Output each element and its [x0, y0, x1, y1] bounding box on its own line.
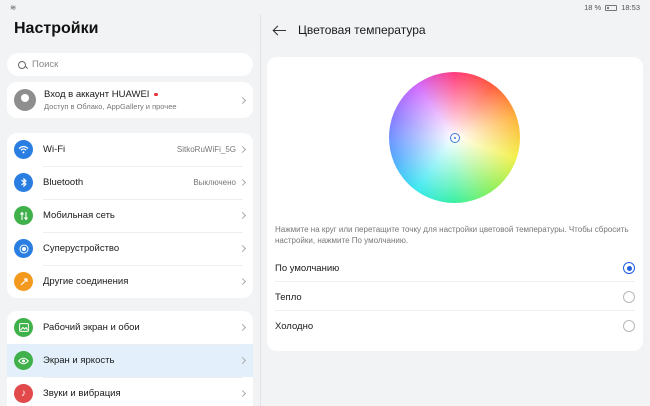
display-card: Рабочий экран и обои Экран и яркость ♪ З…: [7, 311, 253, 406]
option-label: Тепло: [275, 291, 302, 303]
sidebar-item-other-connections[interactable]: Другие соединения: [7, 265, 253, 298]
search-input[interactable]: Поиск: [7, 53, 253, 76]
page-title: Настройки: [14, 20, 99, 37]
battery-icon: [605, 4, 618, 11]
bluetooth-status: Выключено: [193, 178, 236, 187]
sidebar-item-display-brightness[interactable]: Экран и яркость: [7, 344, 253, 377]
link-icon: [14, 272, 33, 291]
sidebar-item-label: Рабочий экран и обои: [43, 322, 140, 333]
sidebar-item-label: Мобильная сеть: [43, 210, 115, 221]
clock: 18:53: [621, 3, 640, 12]
wifi-network-name: SitkoRuWiFi_5G: [176, 145, 236, 154]
sidebar-item-label: Другие соединения: [43, 276, 129, 287]
chevron-right-icon: [238, 178, 247, 187]
sidebar-item-label: Суперустройство: [43, 243, 120, 254]
option-cold[interactable]: Холодно: [267, 312, 643, 340]
search-placeholder: Поиск: [32, 59, 59, 70]
chevron-right-icon: [238, 356, 247, 365]
notification-dot: [154, 92, 158, 97]
search-icon: [18, 60, 26, 69]
chevron-right-icon: [238, 211, 247, 220]
huawei-account-row[interactable]: Вход в аккаунт HUAWEI Доступ в Облако, A…: [7, 82, 253, 118]
option-default[interactable]: По умолчанию: [267, 254, 643, 282]
bluetooth-icon: [14, 173, 33, 192]
pane-divider: [260, 14, 261, 406]
color-wheel-description: Нажмите на круг или перетащите точку для…: [275, 225, 629, 245]
radio-unselected[interactable]: [623, 320, 635, 332]
sidebar-item-wifi[interactable]: Wi-Fi SitkoRuWiFi_5G: [7, 133, 253, 166]
radio-selected[interactable]: [623, 262, 635, 274]
eye-icon: [14, 351, 33, 370]
status-bar: ≋ 18 % 18:53: [0, 0, 650, 14]
wifi-status-icon: ≋: [10, 3, 17, 12]
sidebar-item-super-device[interactable]: Суперустройство: [7, 232, 253, 265]
network-card: Wi-Fi SitkoRuWiFi_5G Bluetooth Выключено…: [7, 133, 253, 298]
sidebar-item-label: Звуки и вибрация: [43, 388, 121, 399]
option-warm[interactable]: Тепло: [267, 283, 643, 311]
sidebar-item-sounds[interactable]: ♪ Звуки и вибрация: [7, 377, 253, 406]
color-picker-handle[interactable]: [450, 133, 460, 143]
chevron-right-icon: [238, 145, 247, 154]
option-label: По умолчанию: [275, 262, 340, 274]
sidebar-item-label: Wi-Fi: [43, 144, 66, 155]
sidebar-item-label: Экран и яркость: [43, 355, 115, 366]
battery-percent: 18 %: [584, 3, 602, 12]
avatar: [14, 89, 36, 111]
wallpaper-icon: [14, 318, 33, 337]
mobile-network-icon: [14, 206, 33, 225]
sound-icon: ♪: [14, 384, 33, 403]
chevron-right-icon: [238, 244, 247, 253]
sidebar-item-bluetooth[interactable]: Bluetooth Выключено: [7, 166, 253, 199]
account-card[interactable]: Вход в аккаунт HUAWEI Доступ в Облако, A…: [7, 82, 253, 118]
sidebar-item-label: Bluetooth: [43, 177, 84, 188]
sidebar-item-home-screen[interactable]: Рабочий экран и обои: [7, 311, 253, 344]
account-subtitle: Доступ в Облако, AppGallery и прочее: [44, 102, 177, 111]
chevron-right-icon: [238, 323, 247, 332]
back-arrow-icon[interactable]: [273, 24, 287, 38]
detail-title: Цветовая температура: [298, 23, 426, 37]
chevron-right-icon: [238, 389, 247, 398]
color-temperature-panel: Нажмите на круг или перетащите точку для…: [267, 57, 643, 351]
chevron-right-icon: [238, 96, 247, 104]
chevron-right-icon: [238, 277, 247, 286]
sidebar-item-mobile-network[interactable]: Мобильная сеть: [7, 199, 253, 232]
super-device-icon: [14, 239, 33, 258]
radio-unselected[interactable]: [623, 291, 635, 303]
account-name: Вход в аккаунт HUAWEI: [44, 89, 150, 100]
option-label: Холодно: [275, 320, 314, 332]
wifi-icon: [14, 140, 33, 159]
